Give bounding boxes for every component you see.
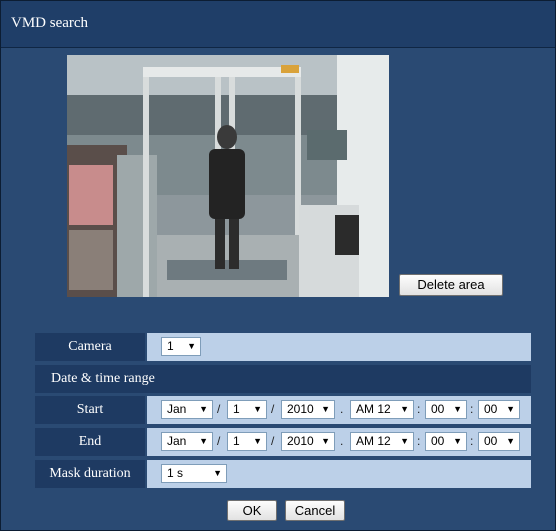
chevron-down-icon: ▼ [321, 404, 330, 414]
start-row: Start Jan ▼ / 1 ▼ / 2010 ▼ . AM 12 ▼ : 00 ▼ :… [35, 396, 531, 424]
end-day-value: 1 [233, 434, 240, 448]
end-row: End Jan ▼ / 1 ▼ / 2010 ▼ . AM 12 ▼ : 00 ▼ : 0… [35, 428, 531, 456]
dot-separator: . [340, 434, 344, 448]
camera-image[interactable] [67, 55, 389, 297]
end-year-select[interactable]: 2010 ▼ [281, 432, 335, 451]
chevron-down-icon: ▼ [453, 404, 462, 414]
time-separator: : [470, 402, 474, 416]
end-minute-select[interactable]: 00 ▼ [425, 432, 467, 451]
end-second-select[interactable]: 00 ▼ [478, 432, 520, 451]
dot-separator: . [340, 402, 344, 416]
start-day-select[interactable]: 1 ▼ [227, 400, 267, 419]
end-day-select[interactable]: 1 ▼ [227, 432, 267, 451]
delete-area-button[interactable]: Delete area [399, 274, 503, 296]
end-month-select[interactable]: Jan ▼ [161, 432, 213, 451]
chevron-down-icon: ▼ [400, 436, 409, 446]
chevron-down-icon: ▼ [199, 436, 208, 446]
chevron-down-icon: ▼ [400, 404, 409, 414]
date-separator: / [271, 434, 275, 448]
start-second-select[interactable]: 00 ▼ [478, 400, 520, 419]
time-separator: : [417, 402, 421, 416]
chevron-down-icon: ▼ [321, 436, 330, 446]
vmd-search-window: VMD search Delete area Camera 1 ▼ Date &… [0, 0, 556, 531]
chevron-down-icon: ▼ [213, 468, 222, 478]
end-field: Jan ▼ / 1 ▼ / 2010 ▼ . AM 12 ▼ : 00 ▼ : 00 ▼ [147, 428, 531, 456]
time-separator: : [417, 434, 421, 448]
chevron-down-icon: ▼ [199, 404, 208, 414]
camera-row: Camera 1 ▼ [35, 333, 531, 361]
chevron-down-icon: ▼ [253, 436, 262, 446]
camera-select[interactable]: 1 ▼ [161, 337, 201, 356]
chevron-down-icon: ▼ [506, 436, 515, 446]
camera-label: Camera [35, 333, 145, 361]
start-year-value: 2010 [287, 402, 314, 416]
cancel-button[interactable]: Cancel [285, 500, 345, 521]
end-year-value: 2010 [287, 434, 314, 448]
start-minute-select[interactable]: 00 ▼ [425, 400, 467, 419]
chevron-down-icon: ▼ [187, 341, 196, 351]
ok-button[interactable]: OK [227, 500, 277, 521]
end-month-value: Jan [167, 434, 187, 448]
start-month-value: Jan [167, 402, 187, 416]
chevron-down-icon: ▼ [253, 404, 262, 414]
chevron-down-icon: ▼ [453, 436, 462, 446]
start-hour-value: AM 12 [356, 402, 391, 416]
end-hour-value: AM 12 [356, 434, 391, 448]
start-field: Jan ▼ / 1 ▼ / 2010 ▼ . AM 12 ▼ : 00 ▼ : 00 ▼ [147, 396, 531, 424]
end-second-value: 00 [484, 434, 498, 448]
date-separator: / [217, 434, 221, 448]
mask-duration-value: 1 s [167, 466, 184, 480]
time-separator: : [470, 434, 474, 448]
chevron-down-icon: ▼ [506, 404, 515, 414]
mask-duration-select[interactable]: 1 s ▼ [161, 464, 227, 483]
date-separator: / [217, 402, 221, 416]
camera-value: 1 [167, 339, 174, 353]
start-year-select[interactable]: 2010 ▼ [281, 400, 335, 419]
date-separator: / [271, 402, 275, 416]
start-day-value: 1 [233, 402, 240, 416]
camera-field: 1 ▼ [147, 333, 531, 361]
end-hour-select[interactable]: AM 12 ▼ [350, 432, 414, 451]
start-minute-value: 00 [431, 402, 445, 416]
end-minute-value: 00 [431, 434, 445, 448]
start-month-select[interactable]: Jan ▼ [161, 400, 213, 419]
start-hour-select[interactable]: AM 12 ▼ [350, 400, 414, 419]
end-label: End [35, 428, 145, 456]
start-second-value: 00 [484, 402, 498, 416]
window-title: VMD search [1, 1, 555, 48]
date-time-range-header: Date & time range [35, 365, 531, 393]
mask-duration-label: Mask duration [35, 460, 145, 488]
start-label: Start [35, 396, 145, 424]
mask-duration-field: 1 s ▼ [147, 460, 531, 488]
mask-duration-row: Mask duration 1 s ▼ [35, 460, 531, 488]
